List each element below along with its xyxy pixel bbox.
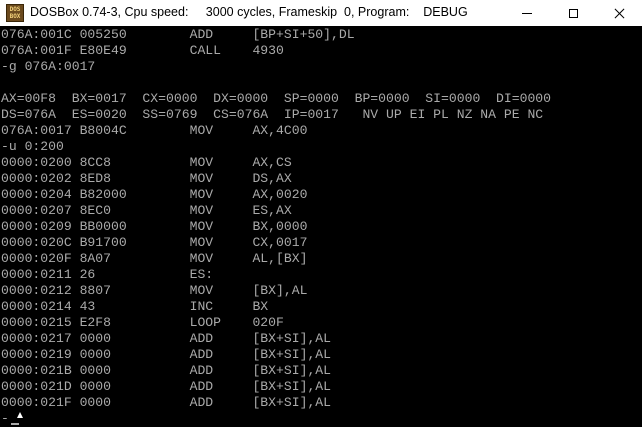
console-line: 0000:0207 8EC0 MOV ES,AX: [1, 203, 292, 218]
console-line: -g 076A:0017: [1, 59, 96, 74]
console-line: 0000:0214 43 INC BX: [1, 299, 269, 314]
console-line: 0000:0219 0000 ADD [BX+SI],AL: [1, 347, 332, 362]
console-line: 0000:0202 8ED8 MOV DS,AX: [1, 171, 292, 186]
console-line: 076A:0017 B8004C MOV AX,4C00: [1, 123, 308, 138]
console-line: AX=00F8 BX=0017 CX=0000 DX=0000 SP=0000 …: [1, 91, 552, 106]
maximize-button[interactable]: [550, 0, 596, 26]
console-line: 0000:020F 8A07 MOV AL,[BX]: [1, 251, 308, 266]
dosbox-window: DOS BOX DOSBox 0.74-3, Cpu speed: 3000 cy…: [0, 0, 642, 427]
minimize-button[interactable]: [504, 0, 550, 26]
console-line: 0000:0217 0000 ADD [BX+SI],AL: [1, 331, 332, 346]
maximize-icon: [568, 8, 578, 18]
console-line: 076A:001F E80E49 CALL 4930: [1, 43, 284, 58]
console-line: 0000:020C B91700 MOV CX,0017: [1, 235, 308, 250]
close-icon: [614, 8, 625, 19]
console-line: 0000:0211 26 ES:: [1, 267, 214, 282]
text-cursor: [10, 423, 19, 425]
dosbox-icon[interactable]: DOS BOX: [6, 4, 24, 22]
console-line: 0000:0200 8CC8 MOV AX,CS: [1, 155, 292, 170]
console-line: 0000:0215 E2F8 LOOP 020F: [1, 315, 284, 330]
console-line: 0000:021B 0000 ADD [BX+SI],AL: [1, 363, 332, 378]
console-line: 0000:021F 0000 ADD [BX+SI],AL: [1, 395, 332, 410]
console-output: 076A:001C 005250 ADD [BP+SI+50],DL 076A:0…: [1, 27, 551, 411]
title-bar[interactable]: DOS BOX DOSBox 0.74-3, Cpu speed: 3000 cy…: [0, 0, 642, 26]
close-button[interactable]: [596, 0, 642, 26]
dos-console[interactable]: 076A:001C 005250 ADD [BP+SI+50],DL 076A:0…: [0, 26, 642, 427]
prompt-symbol: -: [1, 411, 9, 426]
minimize-icon: [522, 12, 532, 14]
console-line: 0000:0212 8807 MOV [BX],AL: [1, 283, 308, 298]
console-line: 076A:001C 005250 ADD [BP+SI+50],DL: [1, 27, 355, 42]
mouse-pointer-icon: [17, 412, 23, 418]
console-line: 0000:021D 0000 ADD [BX+SI],AL: [1, 379, 332, 394]
console-line: 0000:0209 BB0000 MOV BX,0000: [1, 219, 308, 234]
console-line: 0000:0204 B82000 MOV AX,0020: [1, 187, 308, 202]
window-title: DOSBox 0.74-3, Cpu speed: 3000 cycles, F…: [30, 5, 468, 19]
console-line: -u 0:200: [1, 139, 64, 154]
console-line: DS=076A ES=0020 SS=0769 CS=076A IP=0017 …: [1, 107, 544, 122]
